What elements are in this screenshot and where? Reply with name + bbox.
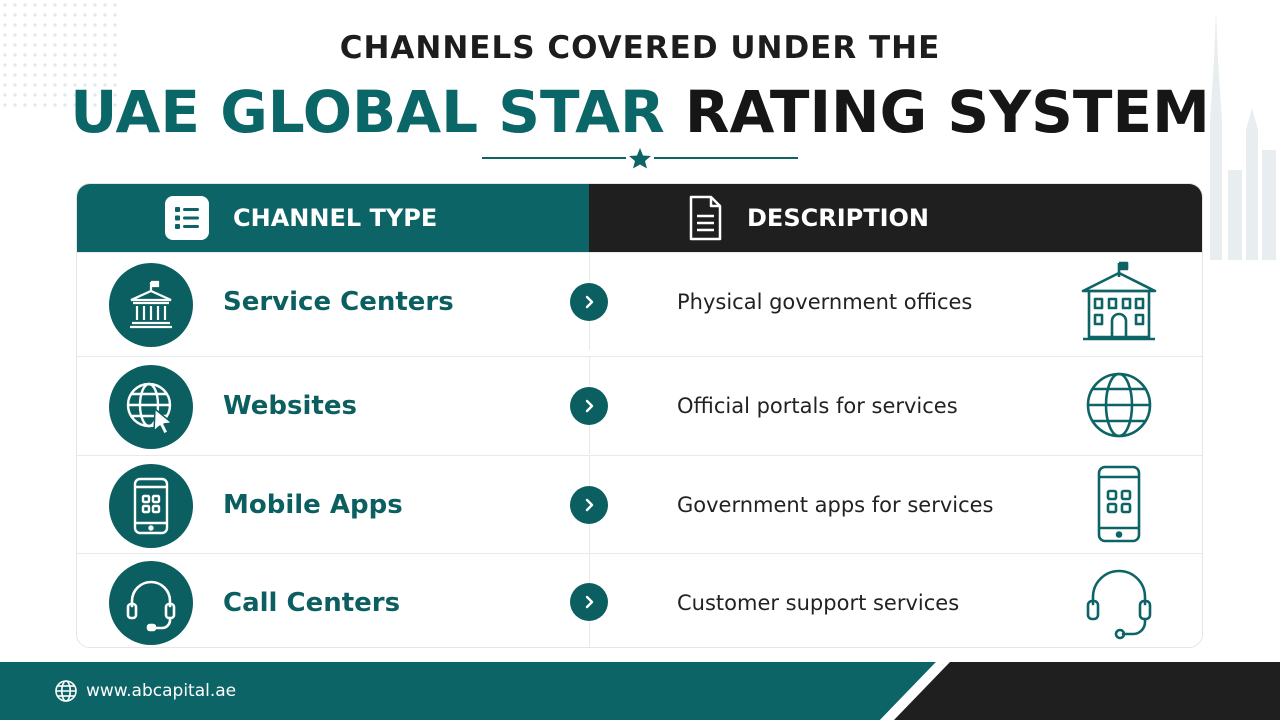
title-dark-part: RATING SYSTEM: [664, 78, 1210, 146]
table-header: CHANNEL TYPE DESCRIPTION: [77, 184, 1202, 252]
footer: www.abcapital.ae: [0, 662, 1280, 720]
document-icon: [689, 195, 722, 241]
list-icon: [165, 196, 209, 240]
title-line-1: CHANNELS COVERED UNDER THE: [339, 30, 941, 66]
channel-name: Service Centers: [223, 286, 454, 317]
globe-icon: [1077, 363, 1161, 447]
title-teal-part: UAE GLOBAL STAR: [70, 78, 665, 146]
channel-description: Customer support services: [677, 590, 960, 615]
star-divider: [482, 148, 798, 169]
mobile-app-icon: [109, 464, 193, 548]
chevron-right-icon[interactable]: [570, 583, 608, 621]
header-channel-type: CHANNEL TYPE: [77, 184, 589, 252]
website-link[interactable]: www.abcapital.ae: [86, 662, 236, 720]
header-description: DESCRIPTION: [589, 184, 1202, 252]
service-center-icon: [109, 263, 193, 347]
table-row: Mobile Apps Government apps for services: [77, 455, 1202, 553]
channel-name: Websites: [223, 390, 357, 421]
call-center-icon: [109, 561, 193, 645]
globe-icon: [55, 680, 77, 702]
channel-description: Physical government offices: [677, 289, 973, 314]
website-globe-cursor-icon: [109, 365, 193, 449]
star-icon: [629, 148, 651, 169]
header-description-label: DESCRIPTION: [747, 204, 930, 232]
channel-description: Government apps for services: [677, 492, 994, 517]
channel-name: Mobile Apps: [223, 489, 403, 520]
table-row: Call Centers Customer support services: [77, 553, 1202, 647]
channel-description: Official portals for services: [677, 393, 958, 418]
headset-icon: [1077, 560, 1161, 644]
header-channel-type-label: CHANNEL TYPE: [233, 204, 438, 232]
page-title: UAE GLOBAL STAR RATING SYSTEM: [0, 74, 1280, 150]
mobile-phone-icon: [1077, 462, 1161, 546]
channel-name: Call Centers: [223, 587, 401, 618]
chevron-right-icon[interactable]: [570, 283, 608, 321]
table-row: Service Centers Physical government offi…: [77, 252, 1202, 350]
government-building-icon: [1077, 259, 1161, 343]
table-row: Websites Official portals for services: [77, 356, 1202, 454]
channels-table: CHANNEL TYPE DESCRIPTION Service Centers…: [76, 183, 1203, 648]
chevron-right-icon[interactable]: [570, 486, 608, 524]
chevron-right-icon[interactable]: [570, 387, 608, 425]
